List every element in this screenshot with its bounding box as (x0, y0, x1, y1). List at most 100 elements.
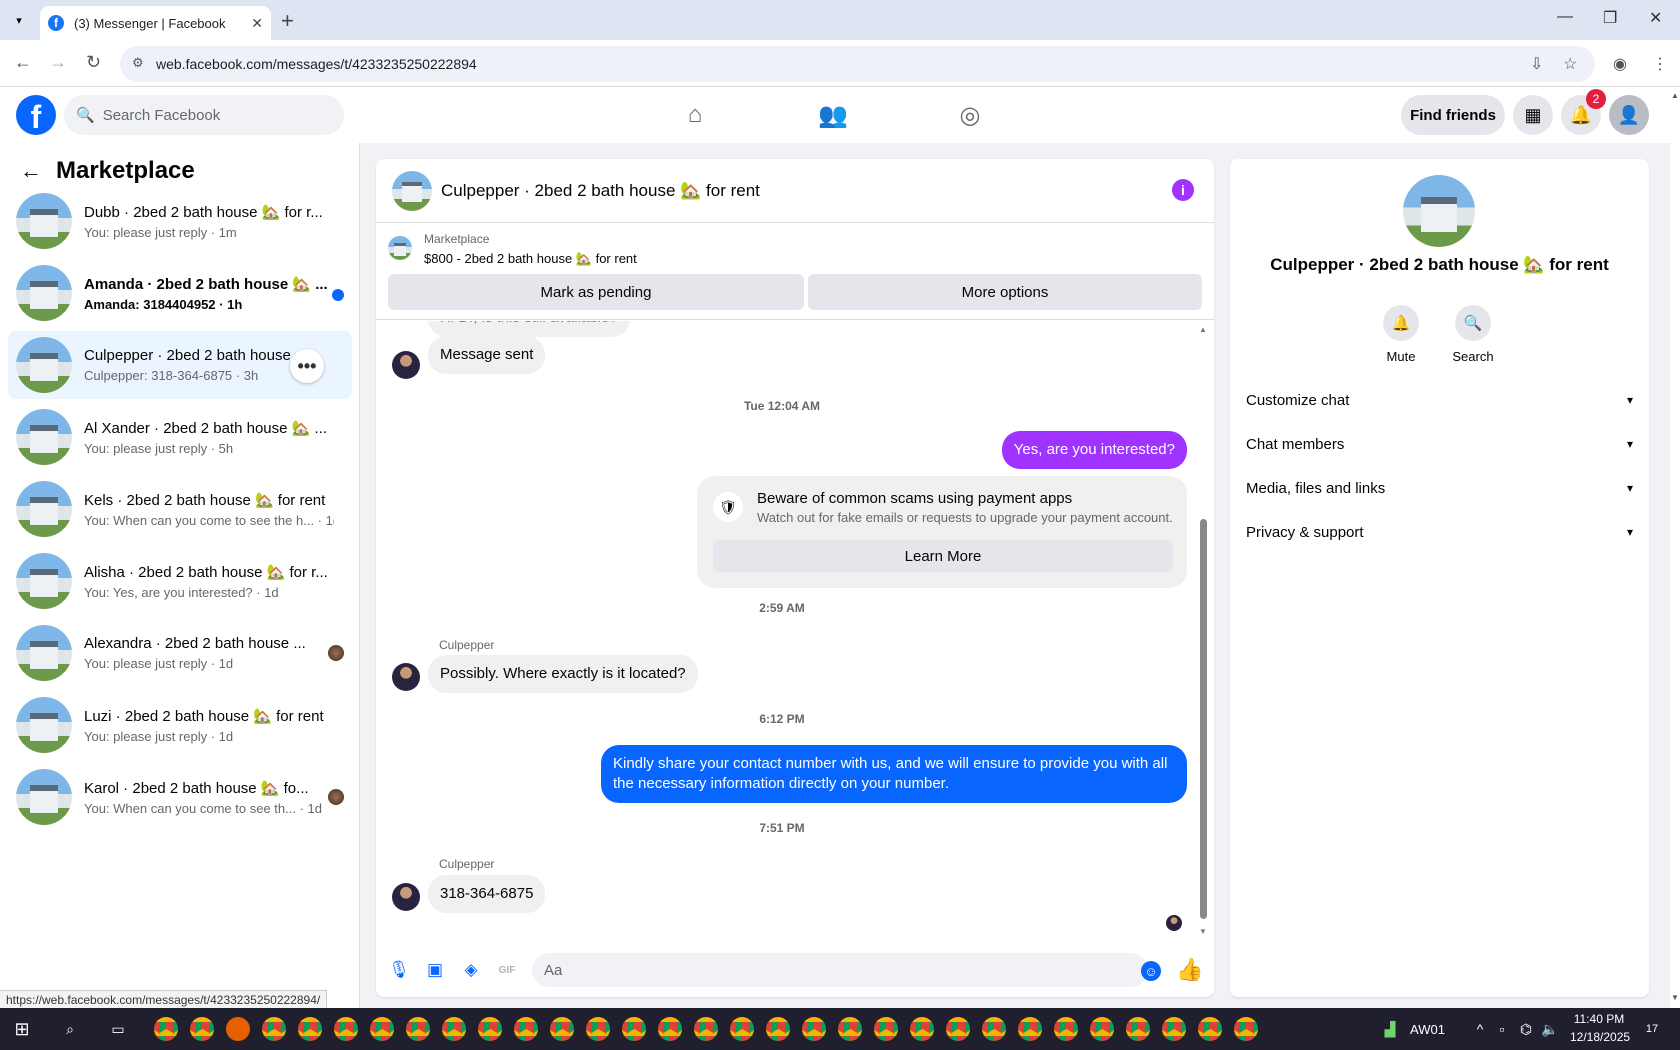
mute-button[interactable]: 🔔 Mute (1371, 305, 1431, 364)
conversation-item[interactable]: Al Xander · 2bed 2 bath house 🏡 ... You: … (8, 403, 352, 471)
site-info-icon[interactable]: ⚙ (132, 55, 144, 71)
reload-icon[interactable]: ↻ (86, 52, 101, 73)
notification-center-icon[interactable]: 17 (1640, 1017, 1664, 1041)
scroll-up-arrow-icon[interactable]: ▲ (1199, 325, 1207, 334)
learn-more-button[interactable]: Learn More (713, 540, 1173, 572)
chrome-icon[interactable] (154, 1017, 178, 1041)
minimize-icon[interactable]: — (1557, 8, 1573, 26)
home-icon[interactable]: ⌂ (675, 99, 715, 131)
chrome-icon[interactable] (802, 1017, 826, 1041)
conversation-item[interactable]: Luzi · 2bed 2 bath house 🏡 for rent You: … (8, 691, 352, 759)
back-icon[interactable]: ← (14, 52, 32, 73)
chrome-icon[interactable] (622, 1017, 646, 1041)
profile-icon[interactable]: ◉ (1613, 54, 1627, 74)
chrome-icon[interactable] (1126, 1017, 1150, 1041)
chrome-icon[interactable] (1198, 1017, 1222, 1041)
groups-icon[interactable]: ◎ (950, 99, 990, 131)
sender-avatar[interactable] (392, 663, 420, 691)
tray-icon[interactable]: ▫ (1490, 1017, 1514, 1041)
scroll-down-arrow-icon[interactable]: ▼ (1199, 927, 1207, 936)
chrome-icon[interactable] (946, 1017, 970, 1041)
tab-list-chevron-icon[interactable]: ▾ (8, 10, 30, 30)
conversation-item[interactable]: Karol · 2bed 2 bath house 🏡 fo... You: Wh… (8, 763, 352, 831)
task-view-icon[interactable]: ▭ (106, 1017, 130, 1041)
bookmark-star-icon[interactable]: ☆ (1563, 54, 1577, 74)
volume-icon[interactable]: 🔈 (1538, 1017, 1562, 1041)
menu-grid-icon[interactable]: ▦ (1513, 95, 1553, 135)
emoji-icon[interactable]: ☺ (1141, 961, 1161, 981)
microphone-icon[interactable]: 🎙 (388, 959, 410, 981)
sender-avatar[interactable] (392, 883, 420, 911)
page-scroll-down-icon[interactable]: ▼ (1671, 993, 1679, 1002)
chrome-icon[interactable] (1054, 1017, 1078, 1041)
chrome-icon[interactable] (442, 1017, 466, 1041)
chrome-icon[interactable] (1234, 1017, 1258, 1041)
media-files-links-row[interactable]: Media, files and links ▾ (1246, 470, 1633, 506)
search-conversation-button[interactable]: 🔍 Search (1443, 305, 1503, 364)
account-avatar[interactable]: 👤 (1609, 95, 1649, 135)
photo-icon[interactable]: ▣ (424, 959, 446, 981)
wifi-icon[interactable]: ⌬ (1514, 1017, 1538, 1041)
search-icon[interactable]: ⌕ (58, 1017, 82, 1041)
chrome-icon[interactable] (658, 1017, 682, 1041)
chrome-icon[interactable] (514, 1017, 538, 1041)
chrome-icon[interactable] (1018, 1017, 1042, 1041)
conversation-item[interactable]: Kels · 2bed 2 bath house 🏡 for rent You: … (8, 475, 352, 543)
facebook-search-input[interactable]: 🔍 Search Facebook (64, 95, 344, 135)
chrome-icon[interactable] (406, 1017, 430, 1041)
mark-as-pending-button[interactable]: Mark as pending (388, 274, 804, 310)
more-options-button[interactable]: More options (808, 274, 1202, 310)
chrome-icon[interactable] (1162, 1017, 1186, 1041)
windows-start-icon[interactable]: ⊞ (10, 1017, 34, 1041)
chrome-icon[interactable] (298, 1017, 322, 1041)
listing-price-title[interactable]: $800 - 2bed 2 bath house 🏡 for rent (424, 251, 637, 267)
close-tab-icon[interactable]: ✕ (251, 15, 263, 32)
facebook-logo-icon[interactable]: f (16, 95, 56, 135)
show-hidden-icons-chevron-icon[interactable]: ^ (1468, 1017, 1492, 1041)
restore-icon[interactable]: ❐ (1603, 8, 1617, 28)
customize-chat-row[interactable]: Customize chat ▾ (1246, 382, 1633, 418)
chrome-icon[interactable] (766, 1017, 790, 1041)
info-icon[interactable]: i (1172, 179, 1194, 201)
chat-thumbnail[interactable] (392, 170, 432, 211)
sticker-icon[interactable]: ◈ (460, 959, 482, 981)
chrome-icon[interactable] (910, 1017, 934, 1041)
chrome-icon[interactable] (982, 1017, 1006, 1041)
new-tab-icon[interactable]: + (281, 8, 294, 34)
chrome-icon[interactable] (730, 1017, 754, 1041)
gif-icon[interactable]: GIF (496, 959, 518, 981)
install-app-icon[interactable]: ⇩ (1530, 54, 1543, 74)
chrome-icon[interactable] (262, 1017, 286, 1041)
conversation-item[interactable]: Alexandra · 2bed 2 bath house ... You: pl… (8, 619, 352, 687)
chrome-icon[interactable] (586, 1017, 610, 1041)
chrome-icon[interactable] (190, 1017, 214, 1041)
conversation-item[interactable]: Dubb · 2bed 2 bath house 🏡 for r... You: … (8, 187, 352, 255)
page-scrollbar[interactable]: ▲ ▼ (1670, 87, 1680, 1008)
chrome-icon[interactable] (370, 1017, 394, 1041)
find-friends-button[interactable]: Find friends (1401, 95, 1505, 135)
firefox-icon[interactable] (226, 1017, 250, 1041)
conversation-item[interactable]: Amanda · 2bed 2 bath house 🏡 ... Amanda: … (8, 259, 352, 327)
chrome-icon[interactable] (874, 1017, 898, 1041)
chrome-icon[interactable] (694, 1017, 718, 1041)
friends-icon[interactable]: 👥 (813, 99, 853, 131)
chat-scrollbar[interactable]: ▲ ▼ (1199, 325, 1207, 936)
more-options-icon[interactable]: ••• (290, 349, 324, 383)
chat-members-row[interactable]: Chat members ▾ (1246, 426, 1633, 462)
window-close-icon[interactable]: ✕ (1649, 8, 1662, 28)
forward-icon[interactable]: → (49, 52, 67, 73)
page-scroll-up-icon[interactable]: ▲ (1671, 91, 1679, 100)
chrome-icon[interactable] (838, 1017, 862, 1041)
menu-kebab-icon[interactable]: ⋮ (1652, 54, 1668, 74)
browser-tab[interactable]: f (3) Messenger | Facebook ✕ (40, 6, 271, 40)
chat-title[interactable]: Culpepper · 2bed 2 bath house 🏡 for rent (441, 181, 760, 201)
listing-thumbnail-large[interactable] (1403, 175, 1475, 247)
conversation-item[interactable]: Alisha · 2bed 2 bath house 🏡 for r... You… (8, 547, 352, 615)
chrome-icon[interactable] (550, 1017, 574, 1041)
network-signal-icon[interactable]: ▟ (1378, 1017, 1402, 1041)
taskbar-clock[interactable]: 11:40 PM 12/18/2025 (1570, 1012, 1630, 1044)
scroll-thumb[interactable] (1200, 519, 1207, 919)
back-arrow-icon[interactable]: ← (20, 158, 42, 184)
privacy-support-row[interactable]: Privacy & support ▾ (1246, 514, 1633, 550)
chrome-icon[interactable] (334, 1017, 358, 1041)
